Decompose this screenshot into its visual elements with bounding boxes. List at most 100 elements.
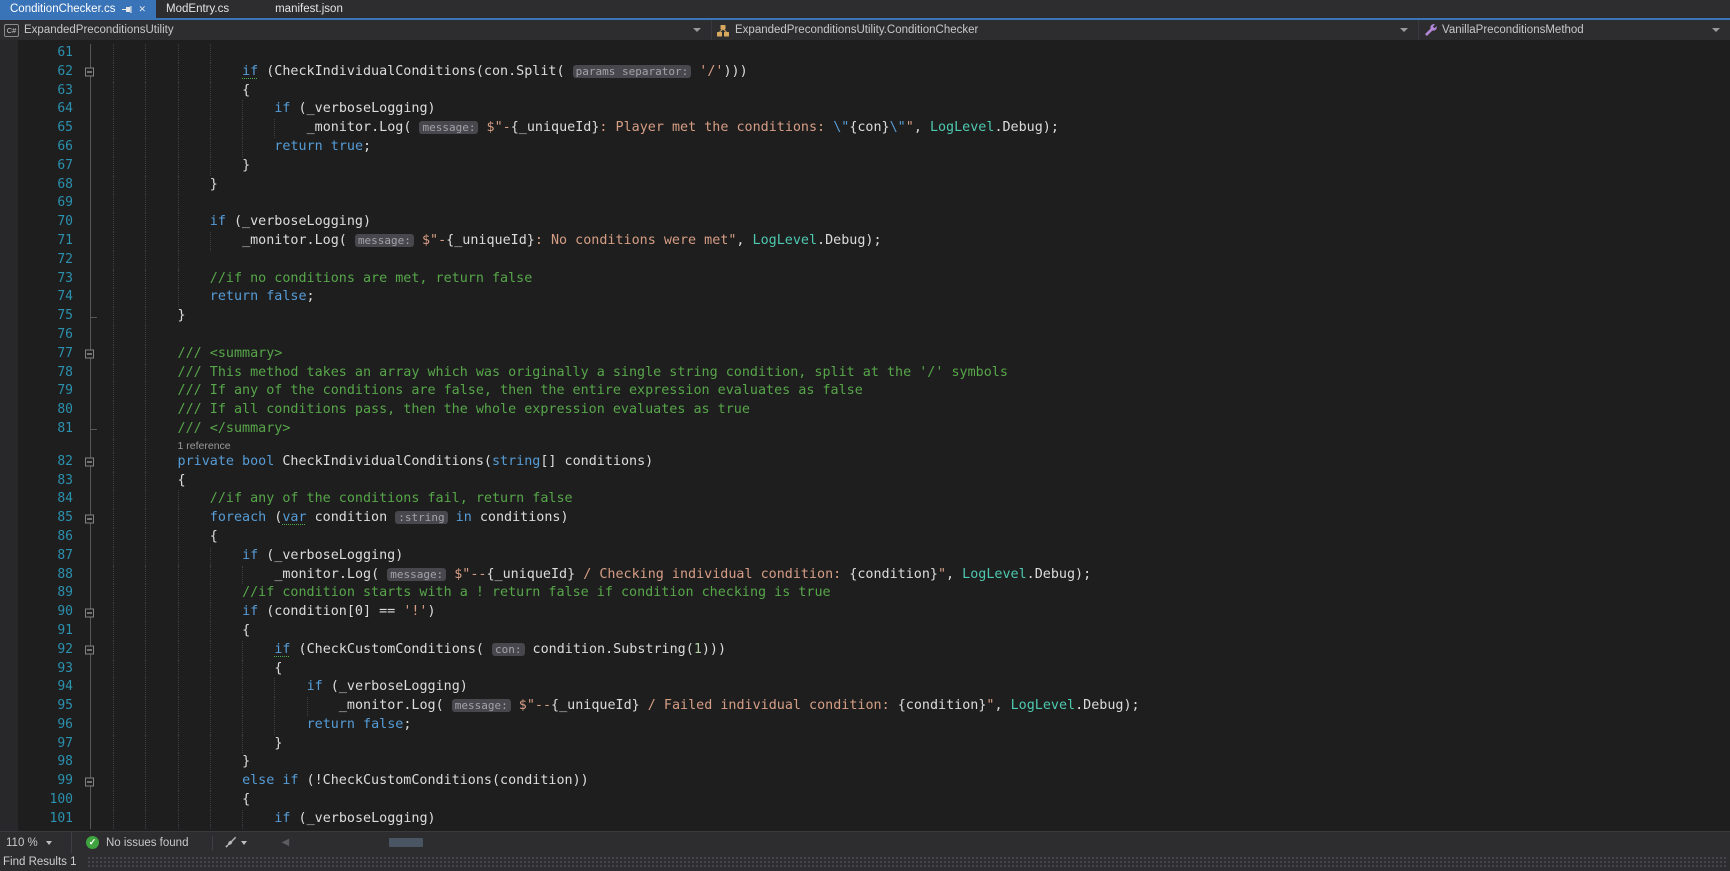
member-dropdown[interactable]: VanillaPreconditionsMethod — [1419, 20, 1730, 40]
code-cleanup-button[interactable] — [223, 836, 248, 850]
chevron-down-icon[interactable] — [693, 28, 701, 32]
outlining-margin — [73, 640, 113, 660]
outlining-margin — [73, 194, 113, 214]
code-line: 82 private bool CheckIndividualConditions… — [18, 452, 1730, 472]
code-line: 74 return false; — [18, 288, 1730, 308]
code-line: 96 return false; — [18, 715, 1730, 735]
close-icon[interactable]: ✕ — [138, 4, 146, 14]
tab-manifest[interactable]: manifest.json — [265, 0, 353, 18]
line-number: 73 — [57, 270, 73, 286]
outlining-margin — [73, 325, 113, 345]
indent-guide — [113, 546, 145, 566]
chevron-down-icon[interactable] — [1712, 28, 1720, 32]
code-token: } — [242, 157, 251, 173]
outlining-margin — [73, 734, 113, 754]
find-results-panel-header: Find Results 1 — [0, 853, 1730, 871]
outlining-margin — [73, 527, 113, 547]
indent-guide — [145, 344, 177, 364]
line-number: 65 — [57, 120, 73, 136]
outlining-margin — [73, 452, 113, 472]
chevron-down-icon[interactable] — [1400, 28, 1408, 32]
code-text: //if no conditions are met, return false — [113, 269, 1730, 289]
indent-guide — [177, 697, 210, 716]
tab-conditionchecker[interactable]: ConditionChecker.cs ✕ — [0, 0, 157, 18]
scroll-left-icon[interactable]: ◀ — [281, 837, 289, 848]
line-number: 100 — [49, 792, 73, 808]
collapse-toggle-icon[interactable] — [85, 349, 94, 359]
code-token: " — [937, 566, 947, 582]
indent-guide — [177, 809, 210, 829]
line-number: 63 — [57, 82, 73, 98]
document-health-indicator[interactable]: ✓ No issues found — [72, 836, 202, 849]
line-number: 96 — [57, 716, 73, 732]
indent-guide — [113, 213, 145, 232]
chevron-down-icon — [45, 840, 52, 845]
glyph-margin — [0, 40, 18, 831]
outline-line — [90, 715, 91, 735]
codelens-references[interactable]: 1 reference — [178, 440, 231, 452]
line-number: 71 — [57, 232, 73, 248]
indent-guide — [306, 697, 339, 716]
panel-grip-texture — [86, 856, 1726, 868]
csharp-project-icon: C# — [4, 23, 19, 37]
indent-guide — [145, 307, 177, 326]
indent-guide — [209, 734, 242, 754]
collapse-toggle-icon[interactable] — [85, 777, 94, 787]
project-dropdown[interactable]: C# ExpandedPreconditionsUtility — [0, 20, 712, 40]
code-line: 86 { — [18, 527, 1730, 547]
pin-icon[interactable] — [121, 4, 132, 15]
code-token: {_uniqueId} — [486, 566, 576, 582]
indent-guide — [113, 659, 145, 679]
code-token: , — [736, 232, 753, 248]
code-token: _monitor.Log( — [274, 566, 388, 582]
code-token: if — [274, 810, 291, 826]
code-text: //if condition starts with a ! return fa… — [113, 584, 1730, 604]
code-text: /// <summary> — [113, 344, 1730, 364]
indent-guide — [145, 697, 177, 716]
indent-guide — [145, 546, 177, 566]
type-dropdown[interactable]: ExpandedPreconditionsUtility.ConditionCh… — [712, 20, 1419, 40]
code-line: 90 if (condition[0] == '!') — [18, 603, 1730, 622]
indent-guide — [113, 401, 145, 420]
indent-guide — [209, 809, 242, 829]
code-line: 76 — [18, 325, 1730, 345]
code-token: ))) — [701, 641, 727, 657]
inline-parameter-hint: params separator: — [572, 64, 692, 78]
indent-guide — [145, 156, 177, 176]
code-editor[interactable]: 61 62 if (CheckIndividualConditions(con.Sp… — [0, 40, 1730, 831]
code-line: 61 — [18, 44, 1730, 63]
outline-line — [90, 659, 91, 679]
code-text: if (condition[0] == '!') — [113, 603, 1730, 622]
horizontal-scrollbar-thumb[interactable] — [389, 838, 423, 847]
code-text — [113, 194, 1730, 214]
code-text: if (_verboseLogging) — [113, 546, 1730, 566]
indent-guide — [145, 509, 177, 528]
collapse-toggle-icon[interactable] — [85, 514, 94, 524]
outlining-margin — [73, 62, 113, 82]
indent-guide — [274, 678, 306, 698]
indent-guide — [113, 156, 145, 176]
code-token: {_uniqueId} — [446, 232, 535, 248]
tab-bar: ConditionChecker.cs ✕ ModEntry.cs manife… — [0, 0, 1730, 20]
collapse-toggle-icon[interactable] — [85, 645, 94, 655]
tab-modentry[interactable]: ModEntry.cs — [156, 0, 239, 18]
indent-guide — [113, 584, 145, 604]
collapse-toggle-icon[interactable] — [85, 67, 94, 77]
code-token: if — [242, 63, 259, 79]
code-text: { — [113, 659, 1730, 679]
zoom-level-dropdown[interactable]: 110 % — [0, 832, 72, 853]
collapse-toggle-icon[interactable] — [85, 457, 94, 467]
code-token: (CheckCustomConditions( — [290, 641, 492, 657]
line-number: 64 — [57, 101, 73, 117]
outlining-margin — [73, 81, 113, 101]
indent-guide — [113, 194, 145, 214]
indent-guide — [177, 715, 210, 735]
code-token: .Debug); — [1026, 566, 1092, 582]
indent-guide — [145, 382, 177, 402]
indent-guide — [113, 565, 145, 585]
outlining-margin — [73, 584, 113, 604]
code-line: 72 — [18, 250, 1730, 270]
indent-guide — [242, 640, 274, 660]
collapse-toggle-icon[interactable] — [85, 608, 94, 617]
code-token: '/' — [691, 63, 724, 79]
